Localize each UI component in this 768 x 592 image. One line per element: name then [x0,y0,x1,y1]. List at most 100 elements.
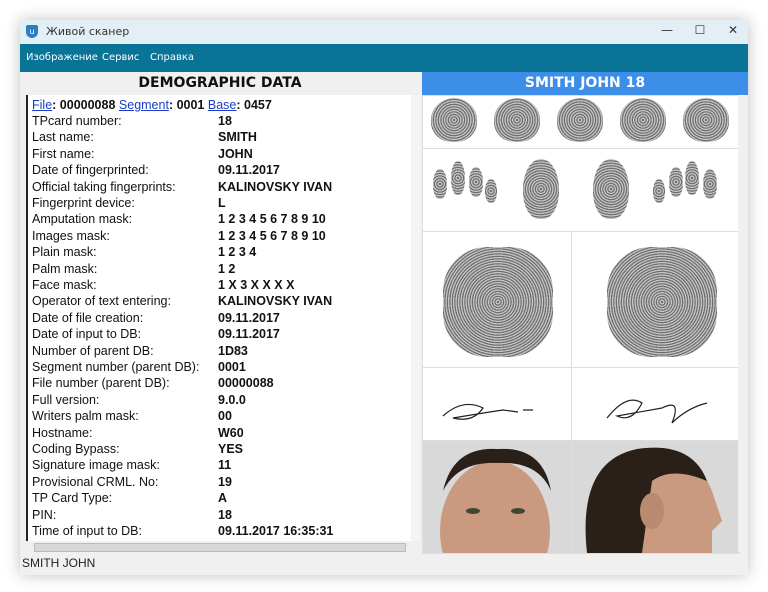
minimize-button[interactable]: — [652,23,682,41]
field-value: 1 X 3 X X X X [218,278,295,292]
field-label: Coding Bypass: [32,442,120,456]
field-label: Time of input to DB: [32,524,142,538]
fingerprint-image [485,179,497,203]
field-value: KALINOVSKY IVAN [218,294,333,309]
field-value: 0001 [218,360,246,374]
field-value: 9.0.0 [218,392,246,407]
base-value: 0457 [244,98,272,112]
segment-value: 0001 [176,98,205,112]
data-row: TP Card Type: A [32,491,227,507]
close-button[interactable]: ✕ [718,23,748,41]
field-label: Date of file creation: [32,310,144,325]
menu-service[interactable]: Сервис [102,52,139,63]
fingerprint-image [593,159,629,219]
field-value: YES [218,442,244,456]
menu-image[interactable]: Изображение [26,52,98,63]
fingerprint-image [703,169,717,199]
field-label: Images mask: [32,228,110,243]
right-palm-image[interactable] [571,231,740,368]
window-title: Живой сканер [46,25,130,38]
field-label: TP Card Type: [32,491,113,506]
field-value: 1D83 [218,343,248,358]
data-row: Time of input to DB: 09.11.2017 16:35:31 [32,524,333,540]
field-value: 09.11.2017 16:35:31 [218,524,334,538]
field-label: Official taking fingerprints: [32,179,176,194]
field-label: First name: [32,146,95,161]
scroll-thumb[interactable] [34,543,406,552]
fingerprint-image [494,98,540,142]
maximize-button[interactable]: ☐ [685,23,715,41]
data-row: TPcard number: 18 [32,114,232,130]
field-value: 09.11.2017 [218,163,280,178]
data-row: Images mask: 1 2 3 4 5 6 7 8 9 10 [32,228,326,245]
data-row: Last name: SMITH [32,130,257,146]
field-label: Number of parent DB: [32,343,154,358]
data-row: Coding Bypass: YES [32,442,243,458]
field-label: Date of input to DB: [32,327,142,342]
status-bar: SMITH JOHN [22,556,96,570]
face-photo-profile[interactable] [571,440,740,554]
field-label: TPcard number: [32,114,122,128]
data-row: Amputation mask: 1 2 3 4 5 6 7 8 9 10 [32,212,326,228]
segment-link[interactable]: Segment [119,98,169,112]
demographic-header: DEMOGRAPHIC DATA [138,75,302,91]
field-value: 18 [218,507,232,522]
fingerprint-image [433,169,447,199]
left-palm-image[interactable] [422,231,572,368]
file-link[interactable]: File [32,98,52,112]
data-row: Provisional CRML. No: 19 [32,475,232,491]
field-value: A [218,491,228,506]
file-value: 00000088 [59,98,116,112]
field-label: Face mask: [32,278,97,292]
field-value: SMITH [218,130,257,145]
field-value: KALINOVSKY IVAN [218,179,333,194]
field-value: 11 [218,458,232,473]
left-horizontal-scrollbar[interactable] [26,541,420,552]
field-label: Last name: [32,130,94,145]
field-label: Date of fingerprinted: [32,163,149,178]
field-label: PIN: [32,507,57,522]
signature-image-2[interactable] [571,367,740,441]
fingerprint-image [431,98,477,142]
data-row: Operator of text entering: KALINOVSKY IVA… [32,294,332,310]
data-row: Plain mask: 1 2 3 4 [32,245,256,261]
fingerprint-image [469,167,483,197]
field-label: Fingerprint device: [32,196,135,210]
data-row: First name: JOHN [32,146,253,163]
app-window: u Живой сканер — ☐ ✕ Изображение Сервис … [20,20,748,575]
rolled-fingerprints-row[interactable] [422,95,740,149]
data-row: File number (parent DB): 00000088 [32,376,274,392]
fingerprint-image [685,161,699,195]
menu-bar: Изображение Сервис Справка [20,44,748,72]
fingerprint-image [451,161,465,195]
data-row: PIN: 18 [32,507,232,524]
field-value: 1 2 3 4 5 6 7 8 9 10 [218,228,326,243]
field-value: 00 [218,409,232,424]
face-photo-frontal[interactable] [422,440,572,554]
biometric-images-panel [422,95,740,554]
file-info-row: File: 00000088 Segment: 0001 Base: 0457 [32,98,272,112]
data-row: Date of file creation: 09.11.2017 [32,310,280,327]
menu-help[interactable]: Справка [150,52,194,63]
title-bar: u Живой сканер — ☐ ✕ [20,20,748,44]
app-shield-icon: u [26,25,38,38]
field-value: 1 2 [218,261,236,276]
field-value: 19 [218,474,232,489]
signature-image-1[interactable] [422,367,572,441]
field-value: 09.11.2017 [218,310,280,325]
fingerprint-image [523,159,559,219]
field-label: Full version: [32,392,100,407]
fingerprint-image [557,98,603,142]
left-vertical-scrollbar[interactable] [411,95,420,551]
data-row: Writers palm mask: 00 [32,409,232,425]
field-value: 18 [218,114,232,128]
fingerprint-image [683,98,729,142]
plain-fingerprints-row[interactable] [422,148,740,232]
data-row: Signature image mask: 11 [32,458,231,474]
data-row: Date of input to DB: 09.11.2017 [32,327,280,343]
data-row: Face mask: 1 X 3 X X X X [32,278,294,294]
base-link[interactable]: Base [208,98,237,112]
data-row: Full version: 9.0.0 [32,392,246,409]
field-value: 1 2 3 4 [218,245,257,260]
right-vertical-scrollbar[interactable] [738,95,748,552]
